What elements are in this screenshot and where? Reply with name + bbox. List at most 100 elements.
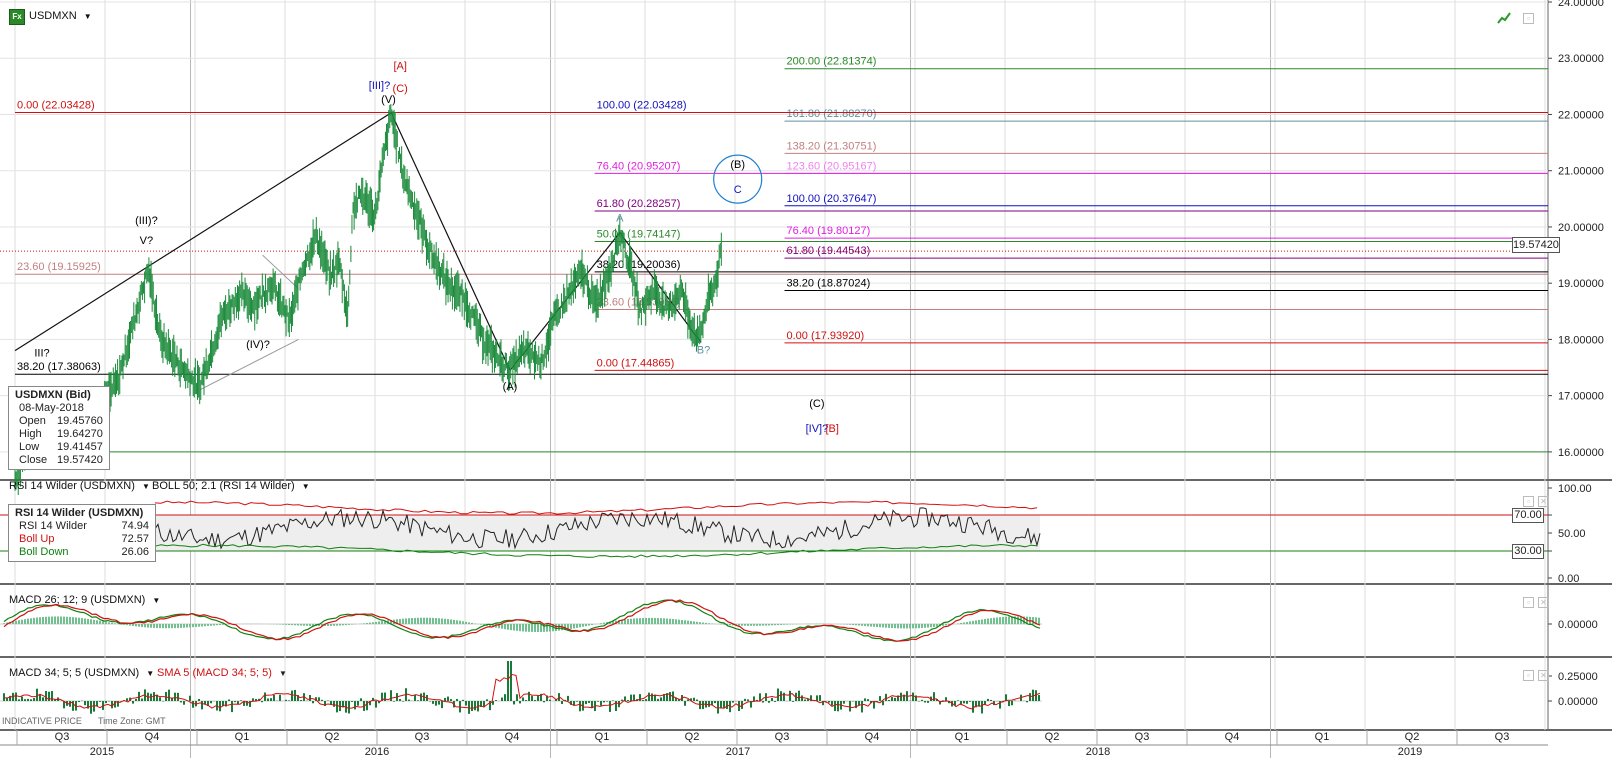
quarter-label: Q1 (595, 731, 610, 743)
quarter-label: Q1 (955, 731, 970, 743)
quarter-label: Q3 (1495, 731, 1510, 743)
ohlc-date: 08-May-2018 (19, 402, 84, 414)
year-label: 2019 (1398, 746, 1422, 758)
rsi-row: Boll Up 72.57 (9, 533, 155, 546)
wave-label: C (734, 184, 742, 196)
trend-chart-icon[interactable] (1497, 12, 1511, 24)
panel-menu-icon[interactable]: ▫ (1523, 496, 1534, 507)
ohlc-title: USDMXN (Bid) (15, 389, 91, 401)
ohlc-row: High 19.64270 (9, 428, 109, 441)
chevron-down-icon: ▼ (83, 12, 92, 21)
quarter-label: Q2 (1045, 731, 1060, 743)
price-tick-label: 21.00000 (1558, 166, 1604, 178)
wave-label: (C) (393, 83, 408, 95)
year-label: 2015 (90, 746, 114, 758)
quarter-label: Q4 (505, 731, 520, 743)
trend-chart-icon-glyph (1497, 12, 1511, 24)
boll-title: BOLL 50; 2.1 (RSI 14 Wilder) (152, 480, 295, 492)
fx-badge: Fx (9, 9, 25, 25)
rsi-30-tag: 30.00 (1512, 544, 1544, 559)
rsi-box-title: RSI 14 Wilder (USDMXN) (15, 507, 144, 519)
fib-level-label: 100.00 (22.03428) (597, 100, 687, 112)
rsi-key: RSI 14 Wilder (19, 520, 87, 532)
close-icon[interactable]: ✕ (1538, 496, 1549, 507)
macd1-tick-label: 0.00000 (1558, 619, 1598, 631)
quarter-label: Q4 (145, 731, 160, 743)
quarter-label: Q3 (1135, 731, 1150, 743)
chevron-down-icon: ▼ (141, 482, 150, 491)
quarter-label: Q4 (1225, 731, 1240, 743)
quarter-label: Q1 (1315, 731, 1330, 743)
rsi-row: Boll Down 26.06 (9, 546, 155, 559)
price-tick-label: 18.00000 (1558, 334, 1604, 346)
wave-label: [III]? (369, 80, 390, 92)
quarter-label: Q4 (865, 731, 880, 743)
rsi-title: RSI 14 Wilder (USDMXN) (9, 480, 135, 492)
year-label: 2018 (1086, 746, 1110, 758)
wave-label: [A] (393, 60, 406, 72)
wave-label: (V) (381, 94, 396, 106)
wave-label: B? (697, 344, 710, 356)
rsi-indicator-selector[interactable]: RSI 14 Wilder (USDMXN) ▼ (9, 480, 150, 492)
wave-label: (C) (809, 398, 824, 410)
rsi-tick-label: 0.00 (1558, 573, 1579, 585)
ohlc-key: Low (19, 441, 40, 453)
panel-menu-icon[interactable]: ▫ (1523, 13, 1534, 24)
year-label: 2016 (365, 746, 389, 758)
ohlc-key: Open (19, 415, 46, 427)
panel-menu-icon[interactable]: ▫ (1523, 597, 1534, 608)
fib-level-label: 123.60 (20.95167) (787, 160, 877, 172)
price-tick-label: 22.00000 (1558, 109, 1604, 121)
close-icon[interactable]: ✕ (1538, 670, 1549, 681)
boll-indicator-selector[interactable]: BOLL 50; 2.1 (RSI 14 Wilder) ▼ (152, 480, 310, 492)
price-tick-label: 24.00000 (1558, 0, 1604, 9)
sma-indicator-selector[interactable]: SMA 5 (MACD 34; 5; 5) ▼ (157, 667, 287, 679)
fib-level-label: 38.20 (18.87024) (787, 277, 871, 289)
panel-menu-icon[interactable]: ▫ (1523, 670, 1534, 681)
fib-level-label: 161.80 (21.88270) (787, 108, 877, 120)
fib-level-label: 50.00 (19.74147) (597, 228, 681, 240)
ohlc-row: Open 19.45760 (9, 415, 109, 428)
quarter-label: Q3 (415, 731, 430, 743)
wave-label: V? (140, 235, 153, 247)
price-tick-label: 23.00000 (1558, 53, 1604, 65)
rsi-tick-label: 50.00 (1558, 528, 1586, 540)
wave-label: (B) (730, 159, 745, 171)
indicative-price-note: INDICATIVE PRICE (2, 716, 82, 726)
fib-level-label: 0.00 (17.44865) (597, 357, 675, 369)
macd2-title: MACD 34; 5; 5 (USDMXN) (9, 667, 140, 679)
macd2-tick-label: 0.25000 (1558, 671, 1598, 683)
wave-label: [B] (825, 423, 838, 435)
ohlc-value: 19.64270 (57, 428, 103, 440)
fib-level-label: 76.40 (20.95207) (597, 160, 681, 172)
price-chart[interactable]: 24.00000 23.00000 22.00000 21.00000 20.00000… (0, 0, 1612, 758)
rsi-tick-label: 100.00 (1558, 483, 1592, 495)
fib-level-label: 76.40 (19.80127) (787, 225, 871, 237)
macd2-indicator-selector[interactable]: MACD 34; 5; 5 (USDMXN) ▼ (9, 667, 154, 679)
symbol-selector[interactable]: USDMXN ▼ (29, 10, 92, 22)
rsi-key: Boll Up (19, 533, 55, 545)
chevron-down-icon: ▼ (146, 669, 155, 678)
quarter-label: Q2 (1405, 731, 1420, 743)
rsi-row: RSI 14 Wilder 74.94 (9, 520, 155, 533)
wave-label: A (616, 212, 624, 224)
ohlc-key: High (19, 428, 42, 440)
macd1-indicator-selector[interactable]: MACD 26; 12; 9 (USDMXN) ▼ (9, 594, 160, 606)
close-icon[interactable]: ✕ (1538, 597, 1549, 608)
timezone-note: Time Zone: GMT (98, 716, 166, 726)
fib-level-label: 200.00 (22.81374) (787, 56, 877, 68)
quarter-label: Q2 (325, 731, 340, 743)
chevron-down-icon: ▼ (301, 482, 310, 491)
rsi-70-tag: 70.00 (1512, 508, 1544, 523)
macd1-title: MACD 26; 12; 9 (USDMXN) (9, 594, 146, 606)
chevron-down-icon: ▼ (152, 596, 161, 605)
symbol-label: USDMXN (29, 10, 77, 22)
wave-label: III? (34, 347, 49, 359)
ohlc-value: 19.57420 (57, 454, 103, 466)
fib-level-label: 0.00 (22.03428) (17, 100, 95, 112)
fib-level-label: 100.00 (20.37647) (787, 193, 877, 205)
rsi-value: 26.06 (121, 546, 149, 558)
quarter-label: Q3 (55, 731, 70, 743)
rsi-key: Boll Down (19, 546, 69, 558)
quarter-label: Q2 (685, 731, 700, 743)
